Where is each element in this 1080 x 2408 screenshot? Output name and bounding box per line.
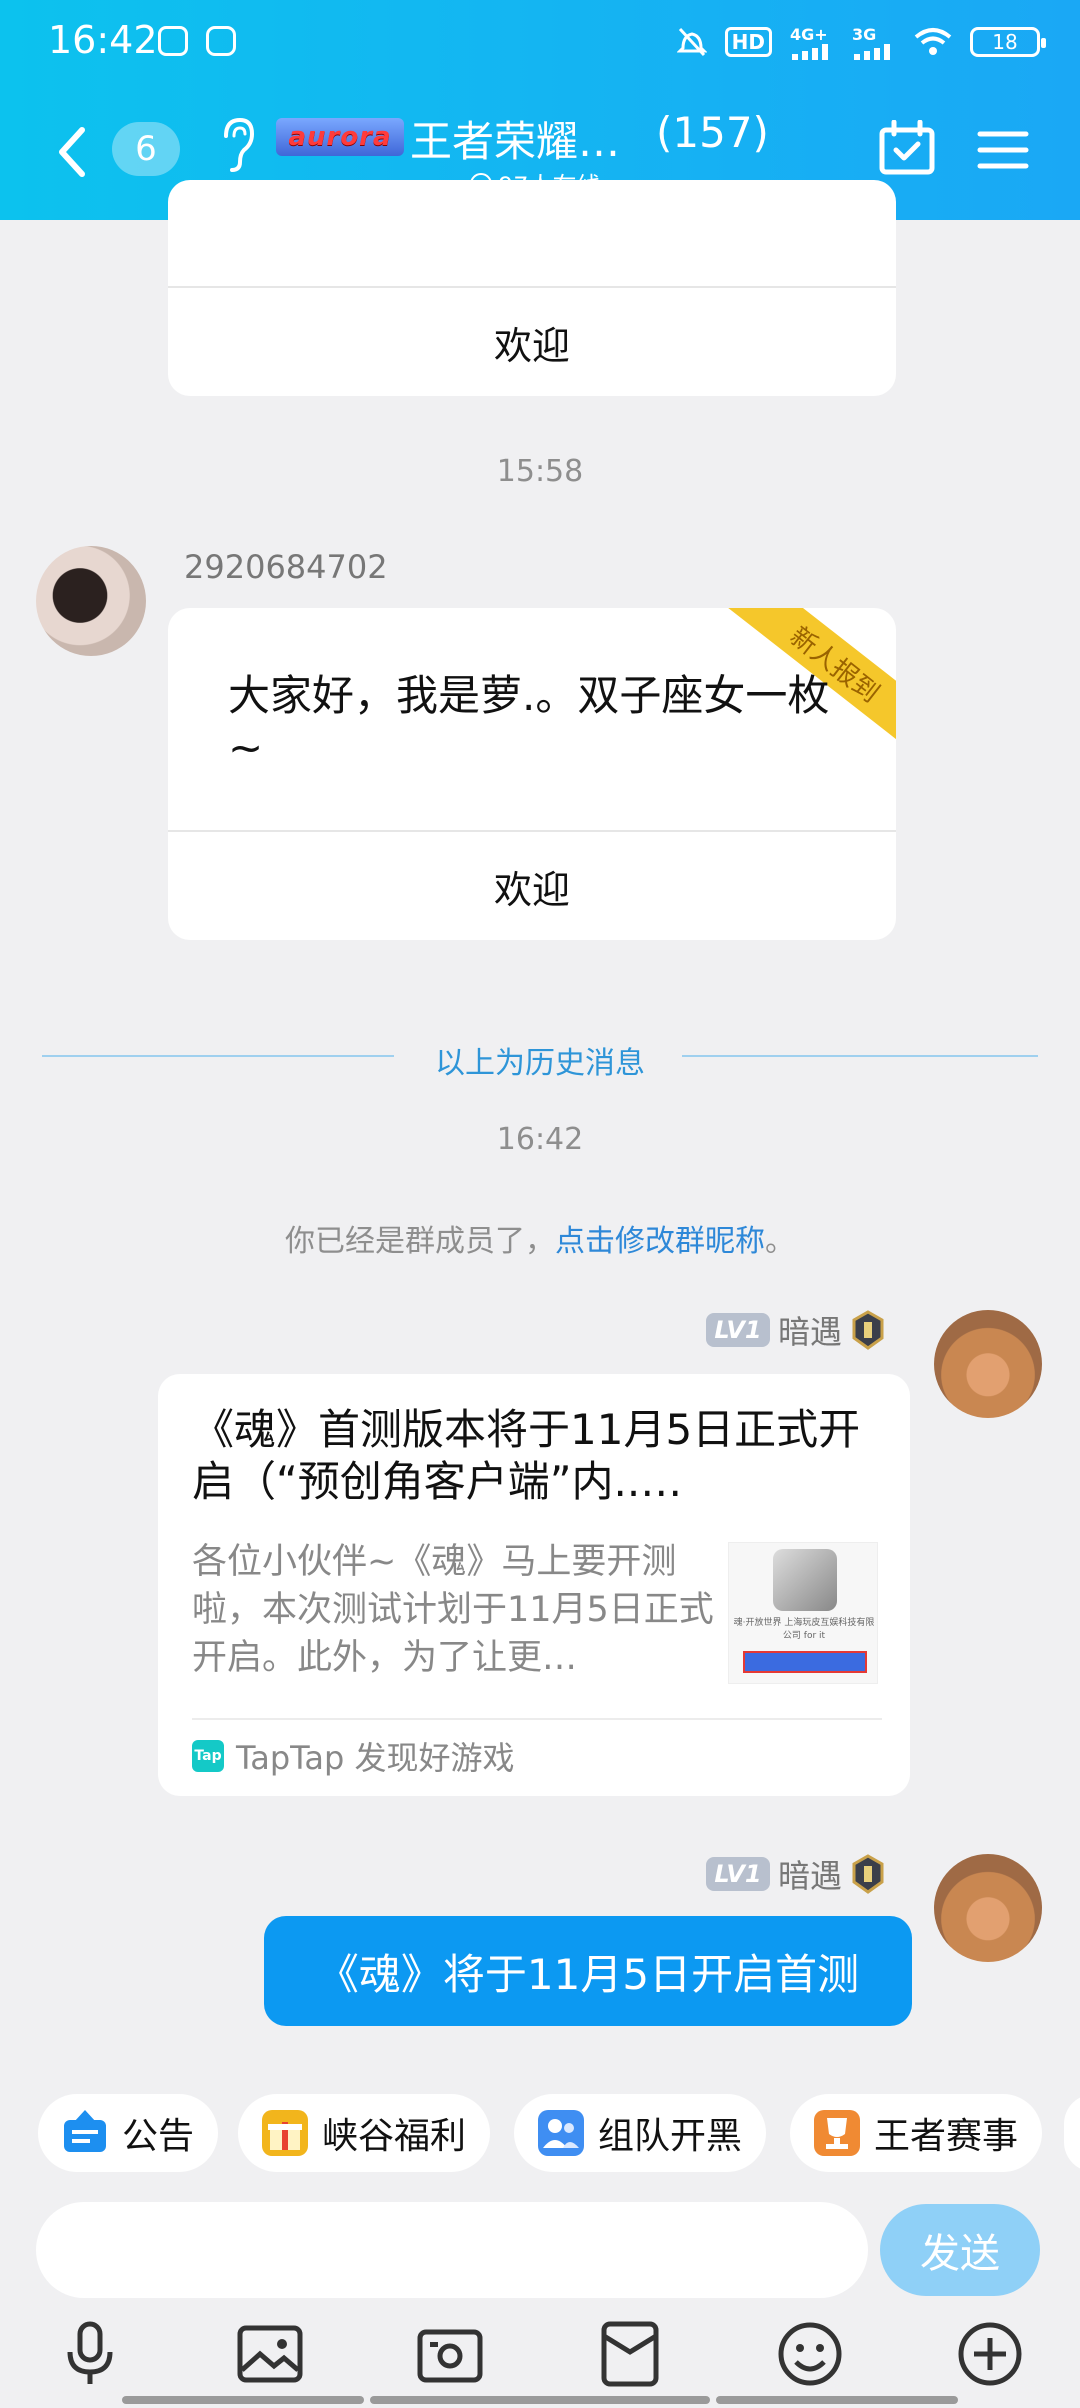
share-source: Tap TapTap 发现好游戏 — [192, 1718, 882, 1777]
battery-level: 18 — [992, 30, 1018, 54]
edit-nickname-link[interactable]: 点击修改群昵称 — [555, 1224, 765, 1259]
quick-entry-bar: 公告 峡谷福利 组队开黑 王者赛事 — [0, 2078, 1080, 2188]
battery-icon: 18 — [970, 27, 1046, 57]
menu-icon[interactable] — [976, 128, 1030, 172]
thumbnail-caption: 魂·开放世界 上海玩皮互娱科技有限公司 for it — [733, 1618, 875, 1641]
quick-entry-label: 王者赛事 — [874, 2116, 1019, 2157]
system-note: 你已经是群成员了，点击修改群昵称。 — [0, 1216, 1080, 1260]
member-count[interactable]: (157) — [656, 108, 769, 157]
quick-entry-esports[interactable]: 王者赛事 — [790, 2094, 1043, 2172]
quick-entry-label: 公告 — [122, 2116, 195, 2157]
quick-entry-label: 峡谷福利 — [322, 2116, 467, 2157]
back-icon[interactable] — [52, 120, 92, 184]
gesture-bar-center — [370, 2396, 710, 2404]
welcome-button[interactable]: 欢迎 — [168, 286, 896, 396]
sender-row: LV1 暗遇 — [705, 1851, 886, 1897]
rank-badge-icon — [852, 1854, 884, 1894]
announcement-icon — [60, 2108, 110, 2158]
level-badge: LV1 — [705, 1313, 770, 1347]
mute-icon — [676, 26, 707, 58]
plus-icon[interactable] — [954, 2318, 1026, 2390]
signal-3g-icon: 3G — [852, 25, 896, 60]
timestamp: 16:42 — [496, 1122, 584, 1157]
red-packet-icon[interactable] — [594, 2318, 666, 2390]
gift-icon — [260, 2108, 310, 2158]
sender-name[interactable]: 暗遇 — [778, 1851, 842, 1897]
quick-entry-team-up[interactable]: 组队开黑 — [514, 2094, 767, 2172]
scroll-edge — [0, 180, 1080, 220]
share-description: 各位小伙伴~《魂》马上要开测啦，本次测试计划于11月5日正式开启。此外，为了让更… — [192, 1542, 714, 1678]
status-icons: HD 4G+ 3G 18 — [676, 20, 1046, 64]
emoji-icon[interactable] — [774, 2318, 846, 2390]
image-icon[interactable] — [234, 2318, 306, 2390]
status-bar: 16:42 HD 4G+ 3G 18 — [0, 0, 1080, 84]
source-name: TapTap 发现好游戏 — [236, 1739, 515, 1777]
message-text: 大家好，我是萝.。双子座女一枚~ — [228, 671, 830, 772]
team-icon — [536, 2108, 586, 2158]
game-logo-icon — [773, 1549, 837, 1611]
welcome-button[interactable]: 欢迎 — [168, 830, 896, 940]
group-logo[interactable]: aurora — [276, 118, 404, 156]
history-divider: 以上为历史消息 — [42, 1038, 1038, 1081]
rank-badge-icon — [852, 1310, 884, 1350]
unread-count-badge[interactable]: 6 — [112, 122, 180, 176]
newcomer-message-card: 新人报到 大家好，我是萝.。双子座女一枚~ 欢迎 — [168, 608, 896, 940]
signal-4g-icon: 4G+ — [790, 25, 834, 60]
status-time: 16:42 — [48, 18, 158, 62]
level-badge: LV1 — [705, 1857, 770, 1891]
share-title: 《魂》首测版本将于11月5日正式开启（“预创角客户端”内..… — [192, 1405, 861, 1506]
signal-4g-label: 4G+ — [790, 24, 828, 44]
sender-row: LV1 暗遇 — [705, 1307, 886, 1353]
microphone-icon[interactable] — [54, 2318, 126, 2390]
gesture-bar-left — [122, 2396, 364, 2404]
avatar[interactable] — [934, 1310, 1042, 1418]
quick-entry-label: 组队开黑 — [598, 2116, 743, 2157]
avatar[interactable] — [36, 546, 146, 656]
quick-entry-more[interactable] — [1064, 2094, 1080, 2172]
history-divider-text: 以上为历史消息 — [435, 1046, 645, 1081]
trophy-icon — [812, 2108, 862, 2158]
input-toolbar — [0, 2310, 1080, 2408]
quick-entry-announcement[interactable]: 公告 — [38, 2094, 219, 2172]
message-bubble[interactable]: 《魂》将于11月5日开启首测 — [264, 1916, 912, 2026]
notification-play-icon — [206, 26, 236, 56]
taptap-icon: Tap — [192, 1740, 224, 1772]
calendar-check-icon[interactable] — [878, 120, 936, 176]
send-button[interactable]: 发送 — [880, 2204, 1040, 2296]
system-note-suffix: 。 — [765, 1224, 795, 1259]
group-title[interactable]: 王者荣耀… — [410, 108, 620, 169]
camera-icon[interactable] — [414, 2318, 486, 2390]
wifi-icon — [914, 27, 952, 57]
system-note-prefix: 你已经是群成员了， — [285, 1224, 555, 1259]
sender-name[interactable]: 2920684702 — [184, 548, 388, 586]
signal-3g-label: 3G — [852, 24, 877, 44]
share-card[interactable]: 《魂》首测版本将于11月5日正式开启（“预创角客户端”内..… 各位小伙伴~《魂… — [158, 1374, 910, 1796]
sender-name[interactable]: 暗遇 — [778, 1307, 842, 1353]
message-input[interactable] — [36, 2202, 868, 2298]
ear-icon[interactable] — [218, 114, 258, 174]
notification-app-icon — [158, 26, 188, 56]
thumbnail-button — [743, 1651, 867, 1673]
share-thumbnail: 魂·开放世界 上海玩皮互娱科技有限公司 for it — [728, 1542, 878, 1684]
timestamp: 15:58 — [496, 454, 584, 489]
quick-entry-canyon-benefits[interactable]: 峡谷福利 — [238, 2094, 491, 2172]
hd-icon: HD — [724, 27, 772, 57]
avatar[interactable] — [934, 1854, 1042, 1962]
gesture-bar-right — [716, 2396, 958, 2404]
